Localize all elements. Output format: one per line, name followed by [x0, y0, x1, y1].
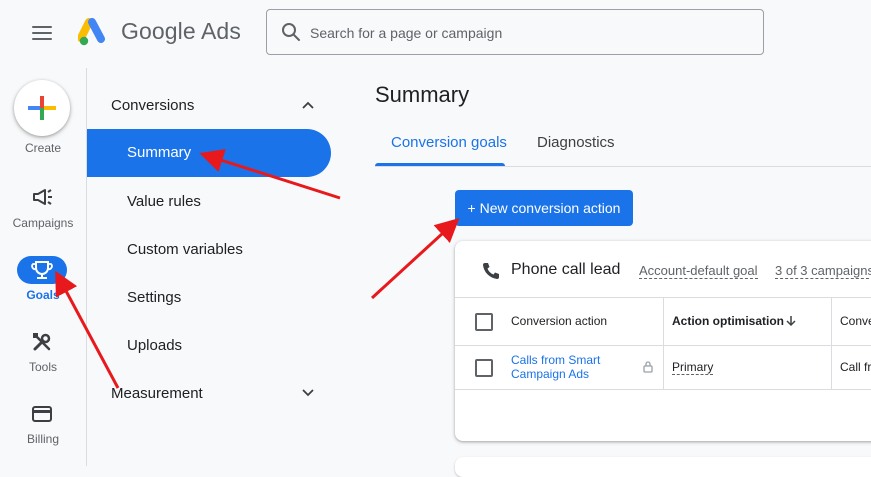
card-title: Phone call lead	[511, 261, 621, 278]
column-header-action-optimisation[interactable]: Action optimisation	[672, 314, 784, 328]
tab-conversion-goals[interactable]: Conversion goals	[391, 134, 507, 151]
goal-type-label[interactable]: Account-default goal	[639, 263, 758, 279]
column-divider	[831, 297, 832, 389]
trophy-icon	[31, 261, 53, 279]
conversion-action-line1: Calls from Smart	[511, 353, 601, 367]
submenu-item-summary[interactable]: Summary	[87, 129, 331, 177]
new-conversion-action-button[interactable]: + New conversion action	[455, 190, 633, 226]
campaigns-count-link[interactable]: 3 of 3 campaigns	[775, 263, 871, 279]
hamburger-menu-icon[interactable]	[32, 26, 52, 40]
phone-icon	[483, 263, 499, 279]
source-value: Call fr	[840, 360, 871, 374]
submenu-item-label: Summary	[127, 144, 192, 161]
row-divider	[455, 345, 871, 346]
submenu-item-settings[interactable]: Settings	[127, 289, 181, 306]
submenu-item-value-rules[interactable]: Value rules	[127, 193, 201, 210]
search-icon	[282, 23, 300, 41]
optimisation-value[interactable]: Primary	[672, 360, 714, 375]
submenu-item-uploads[interactable]: Uploads	[127, 337, 182, 354]
tools-icon[interactable]	[31, 331, 53, 353]
column-header-source[interactable]: Conve	[840, 314, 871, 328]
tab-diagnostics[interactable]: Diagnostics	[537, 134, 615, 151]
create-button[interactable]	[14, 80, 70, 136]
select-all-checkbox[interactable]	[475, 313, 493, 331]
credit-card-icon[interactable]	[31, 403, 53, 425]
goals-nav-button[interactable]	[17, 256, 67, 284]
chevron-up-icon[interactable]	[301, 100, 315, 110]
annotation-arrow-new-button	[370, 217, 460, 300]
page-title: Summary	[375, 82, 470, 107]
submenu-item-custom-variables[interactable]: Custom variables	[127, 241, 243, 258]
row-divider	[455, 389, 871, 390]
phone-call-lead-card: Phone call lead Account-default goal 3 o…	[455, 241, 871, 441]
submenu-section-conversions[interactable]: Conversions	[111, 97, 194, 114]
conversion-action-link[interactable]: Calls from Smart Campaign Ads	[511, 353, 600, 381]
submenu-section-measurement[interactable]: Measurement	[111, 385, 203, 402]
column-divider	[663, 297, 664, 389]
rail-label-tools[interactable]: Tools	[0, 360, 86, 374]
next-card	[455, 457, 871, 477]
megaphone-icon[interactable]	[31, 186, 53, 208]
row-checkbox[interactable]	[475, 359, 493, 377]
sort-arrow-down-icon[interactable]	[785, 315, 797, 327]
rail-label-billing[interactable]: Billing	[0, 432, 86, 446]
column-header-conversion-action[interactable]: Conversion action	[511, 314, 607, 328]
logo-text: Google Ads	[121, 18, 241, 44]
rail-label-goals[interactable]: Goals	[0, 288, 86, 302]
tabs-divider	[375, 166, 871, 167]
search-input[interactable]: Search for a page or campaign	[266, 9, 764, 55]
lock-icon	[643, 361, 653, 373]
conversion-action-line2: Campaign Ads	[511, 367, 590, 381]
search-placeholder: Search for a page or campaign	[310, 25, 503, 41]
google-ads-logo-icon	[77, 18, 110, 48]
plus-icon	[28, 96, 56, 120]
chevron-down-icon[interactable]	[301, 388, 315, 398]
rail-divider	[86, 68, 87, 466]
rail-label-campaigns[interactable]: Campaigns	[0, 216, 86, 230]
rail-label-create[interactable]: Create	[0, 141, 86, 155]
